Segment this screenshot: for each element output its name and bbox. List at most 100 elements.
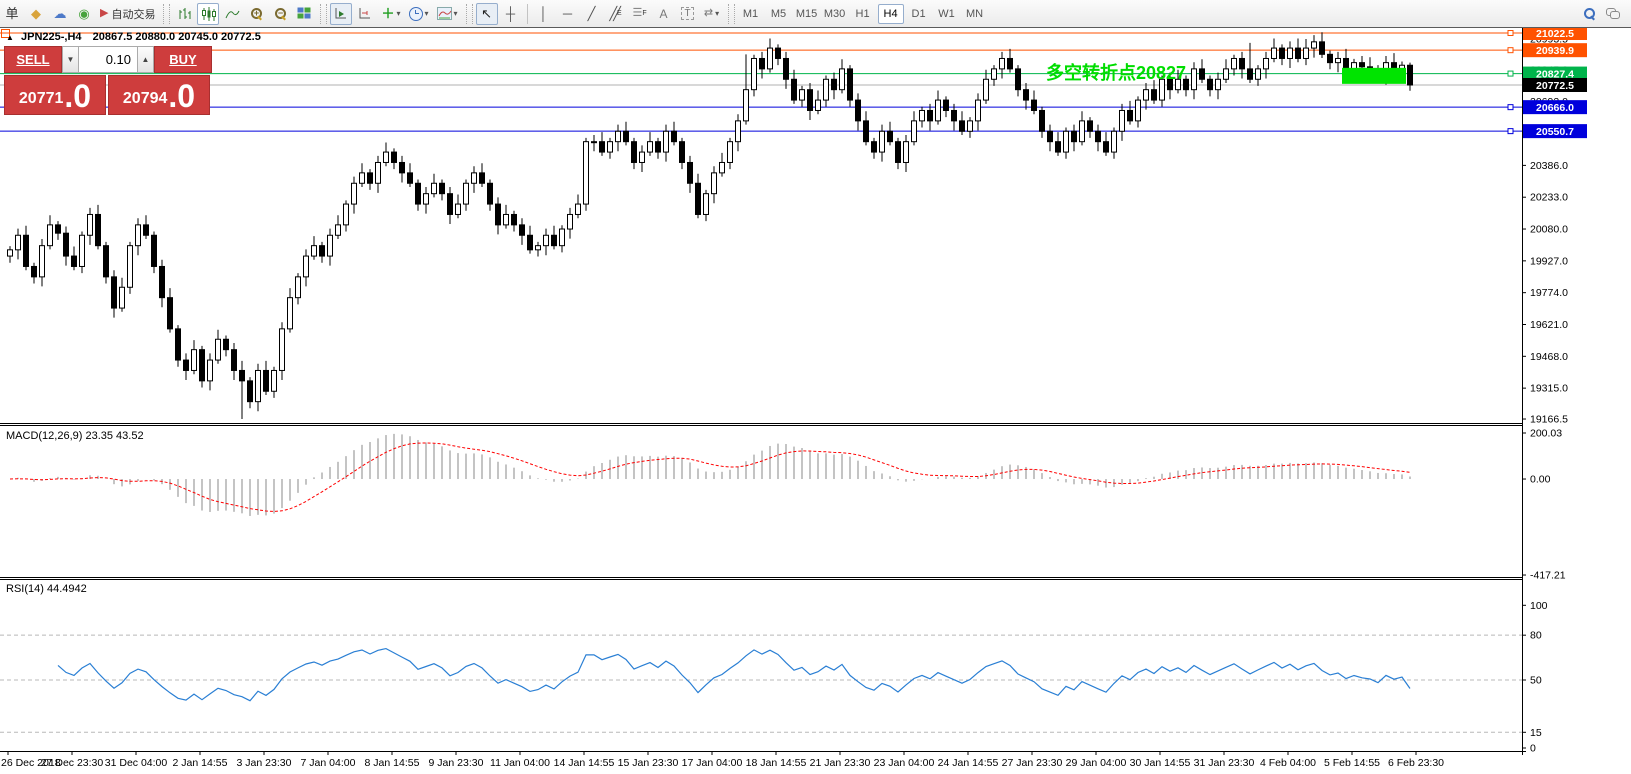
timeframe-toolbar: M1M5M15M30H1H4D1W1MN — [737, 4, 989, 24]
buy-button[interactable]: BUY — [154, 46, 212, 73]
line-chart-icon[interactable] — [221, 3, 243, 25]
zoom-in-icon[interactable]: + — [245, 3, 267, 25]
candle-body — [936, 100, 941, 121]
candle-body — [1096, 131, 1101, 141]
chart-canvas[interactable]: 20993.520845.020692.020539.020386.020233… — [0, 0, 1631, 774]
candle-body — [888, 131, 893, 141]
rsi-tick-label: 100 — [1530, 600, 1548, 612]
arrows-button[interactable]: ⇄▾ — [701, 3, 723, 25]
candle-body — [1040, 110, 1045, 131]
candle-body — [1048, 131, 1053, 141]
tf-button-h4[interactable]: H4 — [878, 4, 904, 24]
new-order-button[interactable]: 单 — [1, 3, 23, 25]
candle-body — [288, 298, 293, 329]
candle-body — [160, 266, 165, 297]
candle-body — [1280, 48, 1285, 58]
highlight-rectangle — [1342, 68, 1406, 84]
candle-body — [928, 110, 933, 120]
date-label: 17 Jan 04:00 — [682, 757, 743, 769]
candle-body — [168, 298, 173, 329]
candle-body — [48, 225, 53, 246]
vertical-line-icon[interactable]: │ — [533, 3, 555, 25]
candle-body — [296, 277, 301, 298]
candle-body — [64, 233, 69, 256]
candle-body — [408, 173, 413, 183]
date-label: 18 Jan 14:55 — [746, 757, 807, 769]
community-icon[interactable]: ☁ — [49, 3, 71, 25]
date-label: 8 Jan 14:55 — [365, 757, 420, 769]
templates-button[interactable]: ▾ — [434, 3, 461, 25]
candle-body — [880, 131, 885, 152]
sell-price-button[interactable]: 20771 .0 — [4, 75, 106, 115]
trendline-icon[interactable]: ╱ — [581, 3, 603, 25]
signals-icon[interactable]: ◉ — [73, 3, 95, 25]
tf-button-h1[interactable]: H1 — [850, 4, 876, 24]
date-label: 2 Jan 14:55 — [173, 757, 228, 769]
candle-body — [1128, 110, 1133, 120]
candle-body — [528, 235, 533, 250]
tf-button-m5[interactable]: M5 — [766, 4, 792, 24]
fibonacci-icon[interactable]: ☰F — [629, 3, 651, 25]
candle-body — [544, 235, 549, 245]
candle-body — [344, 204, 349, 225]
candle-body — [112, 277, 117, 308]
collapse-icon[interactable]: ▲ — [6, 33, 14, 42]
rsi-tick-label: 50 — [1530, 675, 1542, 687]
rsi-indicator-label: RSI(14) 44.4942 — [6, 583, 87, 595]
indicators-button[interactable]: ＋▾ — [378, 3, 403, 25]
sell-button[interactable]: SELL — [4, 46, 62, 73]
candle-body — [128, 246, 133, 288]
date-label: 5 Feb 14:55 — [1324, 757, 1380, 769]
text-icon[interactable]: A — [653, 3, 675, 25]
channel-icon[interactable]: ╱╱E — [605, 3, 627, 25]
tile-windows-icon[interactable] — [293, 3, 315, 25]
cursor-icon[interactable]: ↖ — [476, 3, 498, 25]
candle-body — [72, 256, 77, 266]
candle-body — [1080, 121, 1085, 142]
bar-chart-icon[interactable] — [173, 3, 195, 25]
candle-body — [328, 235, 333, 256]
date-label: 31 Jan 23:30 — [1194, 757, 1255, 769]
auto-scroll-icon[interactable] — [330, 3, 352, 25]
candle-body — [192, 350, 197, 371]
candle-body — [552, 235, 557, 245]
tf-button-mn[interactable]: MN — [962, 4, 988, 24]
periods-button[interactable]: ▾ — [406, 3, 432, 25]
chart-ohlc-values: 20867.5 20880.0 20745.0 20772.5 — [93, 31, 261, 43]
market-watch-icon[interactable]: ◆ — [25, 3, 47, 25]
candle-body — [1120, 110, 1125, 131]
candle-body — [320, 246, 325, 256]
candle-body — [416, 183, 421, 204]
candle-body — [232, 350, 237, 371]
tf-button-m1[interactable]: M1 — [738, 4, 764, 24]
candle-body — [136, 225, 141, 246]
candle-body — [784, 58, 789, 79]
crosshair-icon[interactable]: ┼ — [500, 3, 522, 25]
search-icon[interactable] — [1578, 3, 1600, 25]
tf-button-m30[interactable]: M30 — [822, 4, 848, 24]
tf-button-w1[interactable]: W1 — [934, 4, 960, 24]
tf-button-m15[interactable]: M15 — [794, 4, 820, 24]
candlestick-chart-icon[interactable] — [197, 3, 219, 25]
autotrading-button[interactable]: ▶ 自动交易 — [97, 3, 158, 25]
date-label: 11 Jan 04:00 — [490, 757, 550, 769]
candle-body — [800, 90, 805, 100]
candle-body — [8, 250, 13, 256]
candle-body — [1144, 90, 1149, 100]
zoom-out-icon[interactable]: − — [269, 3, 291, 25]
candle-body — [1024, 90, 1029, 100]
volume-input[interactable]: 0.10 — [79, 46, 137, 73]
chat-icon[interactable] — [1602, 3, 1624, 25]
date-label: 7 Jan 04:00 — [301, 757, 356, 769]
volume-up-button[interactable]: ▲ — [137, 46, 154, 73]
tf-button-d1[interactable]: D1 — [906, 4, 932, 24]
candle-body — [1208, 79, 1213, 89]
volume-down-button[interactable]: ▼ — [62, 46, 79, 73]
candle-body — [352, 183, 357, 204]
candle-body — [816, 100, 821, 110]
horizontal-line-icon[interactable]: ─ — [557, 3, 579, 25]
chart-shift-icon[interactable] — [354, 3, 376, 25]
text-label-icon[interactable]: T — [677, 3, 699, 25]
candle-body — [120, 287, 125, 308]
buy-price-button[interactable]: 20794 .0 — [108, 75, 210, 115]
